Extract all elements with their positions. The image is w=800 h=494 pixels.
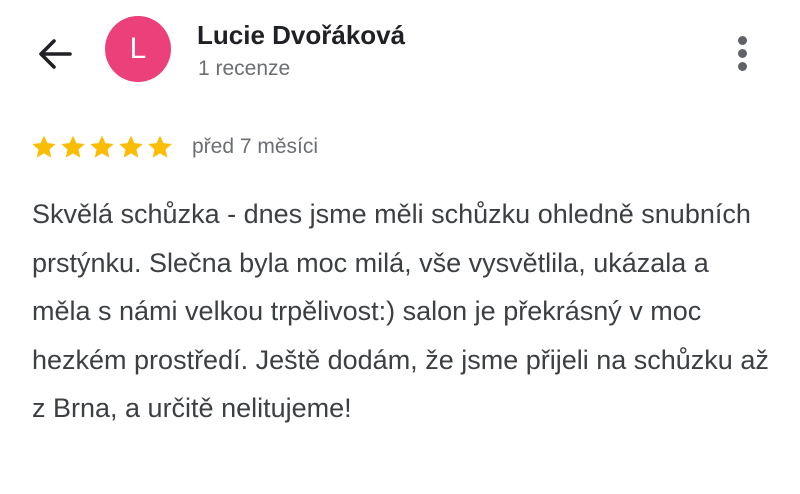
review-text: Skvělá schůzka - dnes jsme měli schůzku … <box>32 199 769 423</box>
rating-row: před 7 měsíci <box>30 130 318 164</box>
star-icon <box>88 133 116 161</box>
star-icon <box>146 133 174 161</box>
back-button[interactable] <box>34 32 78 76</box>
reviewer-name[interactable]: Lucie Dvořáková <box>197 20 405 51</box>
arrow-back-icon <box>39 39 72 69</box>
star-icon <box>117 133 145 161</box>
star-icon <box>59 133 87 161</box>
avatar[interactable]: L <box>105 16 171 82</box>
star-rating <box>30 133 174 161</box>
review-count: 1 recenze <box>198 57 291 80</box>
more-options-button[interactable] <box>728 30 758 74</box>
review-date: před 7 měsíci <box>192 135 319 158</box>
review-header: L Lucie Dvořáková 1 recenze <box>0 0 800 110</box>
star-icon <box>30 133 58 161</box>
